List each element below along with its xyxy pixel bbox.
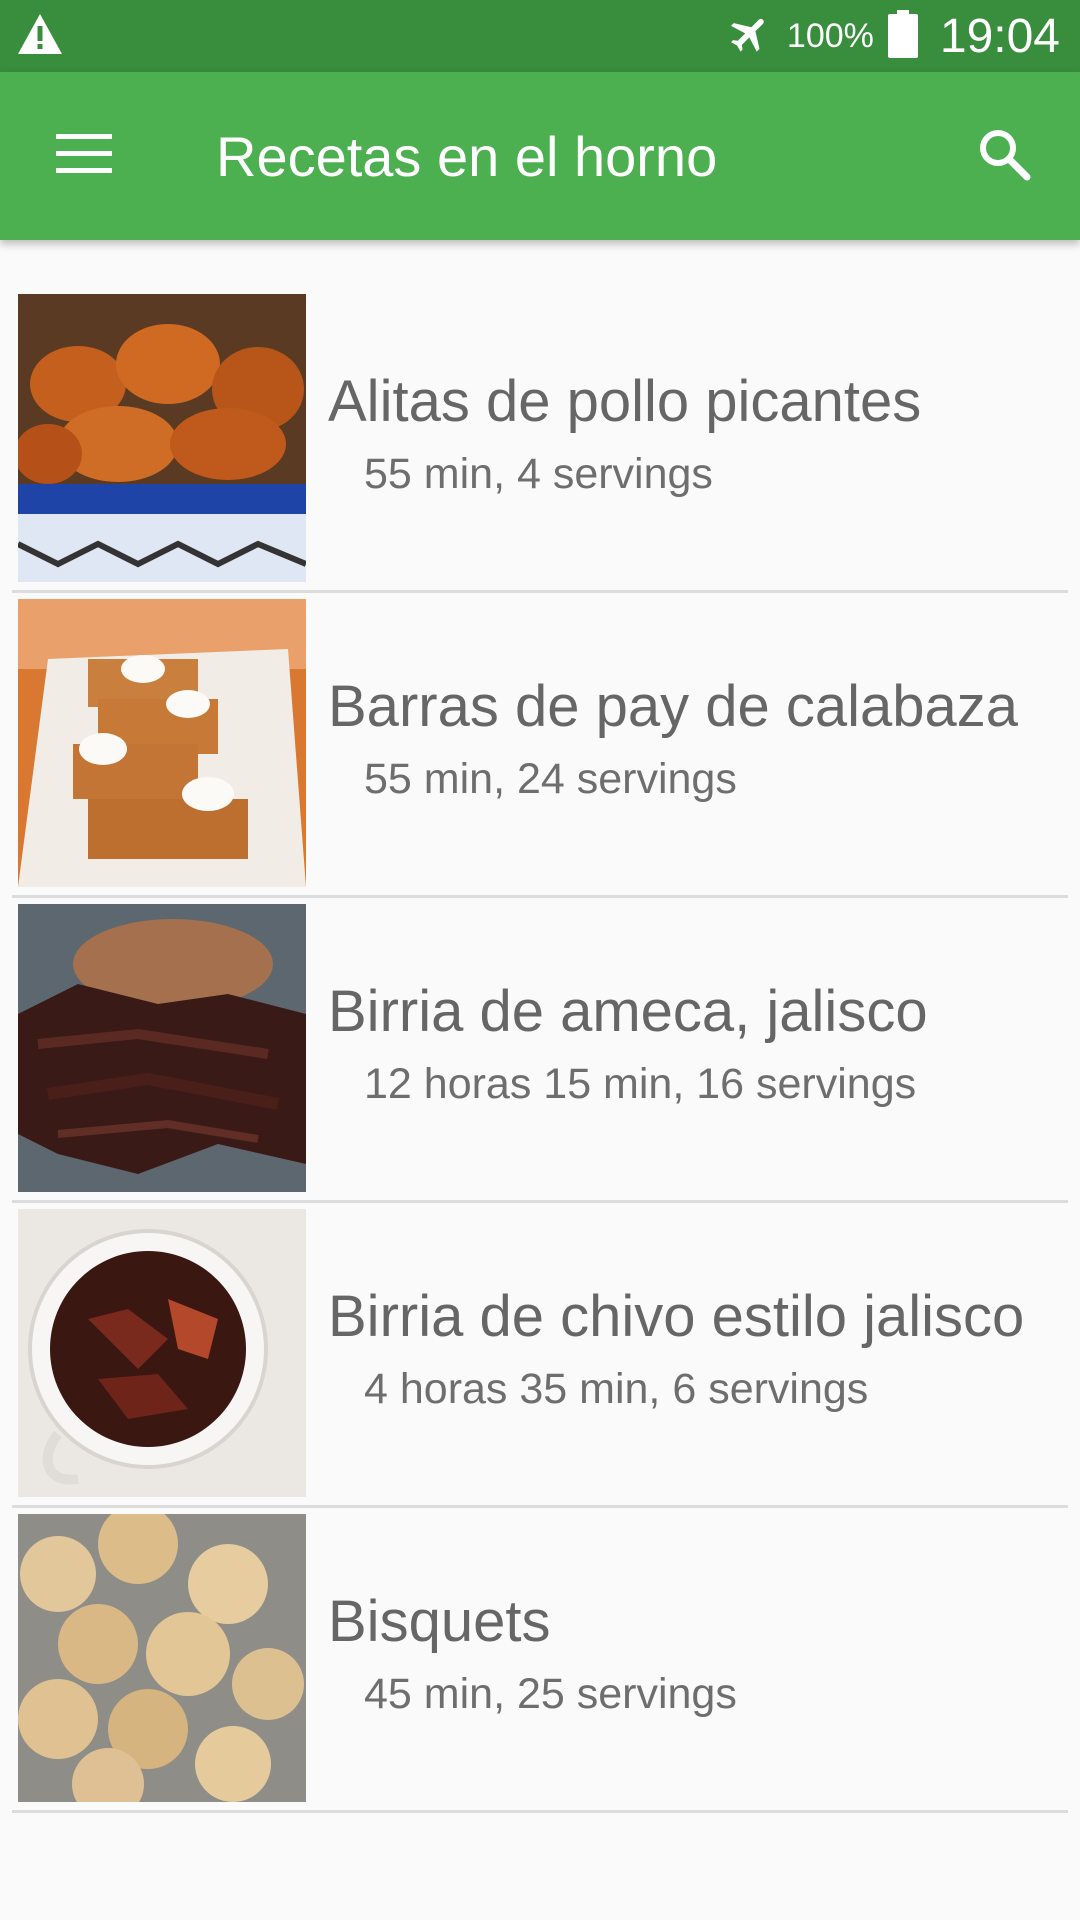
recipe-meta: 45 min, 25 servings [364, 1670, 737, 1718]
search-button[interactable] [960, 116, 1048, 196]
recipe-item[interactable]: Bisquets 45 min, 25 servings [12, 1508, 1068, 1813]
battery-icon [887, 9, 918, 63]
recipe-name: Birria de ameca, jalisco [328, 979, 928, 1044]
recipe-meta: 12 horas 15 min, 16 servings [364, 1060, 917, 1108]
recipe-name: Bisquets [328, 1589, 551, 1654]
app-bar: Recetas en el horno [0, 72, 1080, 240]
clock: 19:04 [939, 9, 1060, 63]
page-title: Recetas en el horno [216, 124, 718, 188]
airplane-mode-icon [727, 11, 773, 62]
recipe-thumbnail [18, 294, 306, 582]
recipe-meta: 4 horas 35 min, 6 servings [364, 1365, 869, 1413]
warning-icon [16, 12, 64, 61]
recipe-name: Alitas de pollo picantes [328, 369, 922, 434]
battery-percent: 100% [786, 16, 874, 55]
menu-button[interactable] [40, 116, 128, 196]
recipe-item[interactable]: Alitas de pollo picantes 55 min, 4 servi… [12, 288, 1068, 593]
recipe-meta: 55 min, 24 servings [364, 755, 737, 803]
recipe-name: Birria de chivo estilo jalisco [328, 1284, 1025, 1349]
recipe-thumbnail [18, 1209, 306, 1497]
search-icon [976, 126, 1032, 187]
recipe-item[interactable]: Birria de chivo estilo jalisco 4 horas 3… [12, 1203, 1068, 1508]
recipe-thumbnail [18, 904, 306, 1192]
recipe-thumbnail [18, 599, 306, 887]
recipe-meta: 55 min, 4 servings [364, 450, 713, 498]
recipe-item[interactable]: Barras de pay de calabaza 55 min, 24 ser… [12, 593, 1068, 898]
status-bar: 100% 19:04 [0, 0, 1080, 72]
recipe-name: Barras de pay de calabaza [328, 674, 1018, 739]
status-indicators: 100% 19:04 [727, 9, 1060, 64]
recipe-item[interactable]: Birria de ameca, jalisco 12 horas 15 min… [12, 898, 1068, 1203]
recipe-list: Alitas de pollo picantes 55 min, 4 servi… [12, 288, 1068, 1813]
recipe-thumbnail [18, 1514, 306, 1802]
menu-icon [56, 133, 112, 179]
